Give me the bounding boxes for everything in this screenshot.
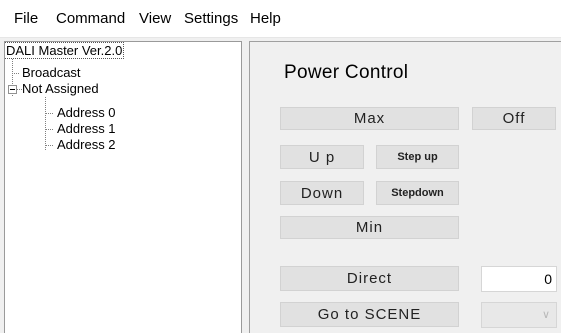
menu-file[interactable]: File (8, 0, 44, 38)
tree-connector (45, 129, 53, 130)
tree-root-label: DALI Master Ver.2.0 (5, 42, 125, 59)
tree-item-address-1[interactable]: Address 1 (56, 121, 117, 137)
off-button[interactable]: Off (472, 107, 556, 130)
min-button[interactable]: Min (280, 216, 459, 239)
tree-address-label: Address 2 (57, 137, 116, 152)
tree-item-root[interactable]: DALI Master Ver.2.0 (5, 42, 125, 59)
max-button[interactable]: Max (280, 107, 459, 130)
minus-box-icon[interactable] (8, 85, 17, 94)
menu-help[interactable]: Help (244, 0, 287, 38)
tree-item-address-0[interactable]: Address 0 (56, 105, 117, 121)
tree-connector (45, 145, 53, 146)
scene-select[interactable]: ∨ (481, 302, 557, 328)
step-up-button[interactable]: Step up (376, 145, 459, 169)
chevron-down-icon: ∨ (541, 309, 550, 321)
tree-connector (45, 97, 46, 150)
step-down-button[interactable]: Stepdown (376, 181, 459, 205)
direct-button[interactable]: Direct (280, 266, 459, 291)
tree-item-not-assigned[interactable]: Not Assigned (21, 81, 100, 97)
device-tree[interactable]: DALI Master Ver.2.0 Broadcast Not Assign… (4, 41, 242, 333)
tree-address-label: Address 0 (57, 105, 116, 120)
tree-address-label: Address 1 (57, 121, 116, 136)
menu-bar: File Command View Settings Help (0, 0, 561, 38)
menu-command[interactable]: Command (50, 0, 131, 38)
power-control-title: Power Control (284, 62, 409, 83)
tree-not-assigned-label: Not Assigned (22, 81, 99, 96)
tree-broadcast-label: Broadcast (22, 65, 81, 80)
tree-item-address-2[interactable]: Address 2 (56, 137, 117, 153)
tree-connector (45, 113, 53, 114)
direct-level-input[interactable]: 0 (481, 266, 557, 292)
down-button[interactable]: Down (280, 181, 364, 205)
menu-view[interactable]: View (133, 0, 177, 38)
tree-connector (12, 73, 19, 74)
go-to-scene-button[interactable]: Go to SCENE (280, 302, 459, 327)
menu-settings[interactable]: Settings (178, 0, 244, 38)
tree-item-broadcast[interactable]: Broadcast (21, 65, 82, 81)
up-button[interactable]: U p (280, 145, 364, 169)
